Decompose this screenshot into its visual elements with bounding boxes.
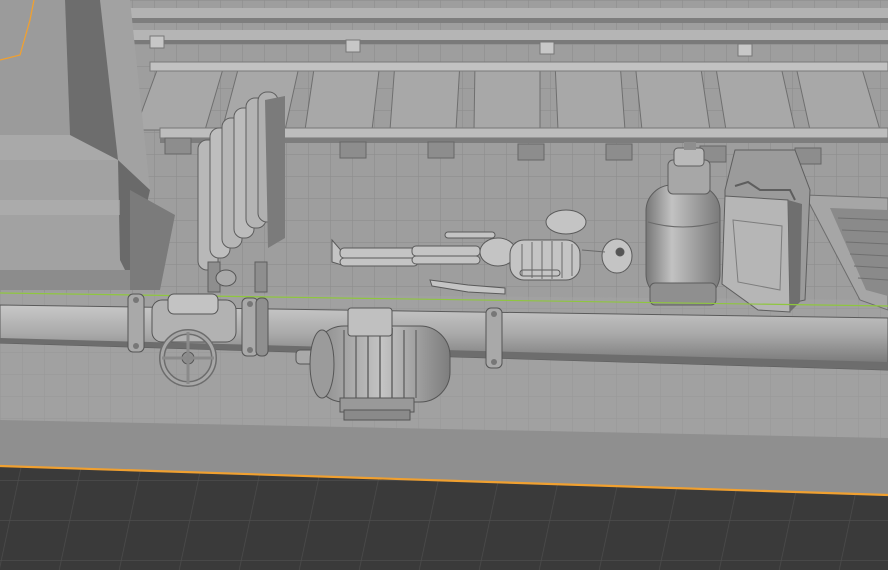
3d-viewport[interactable] bbox=[0, 0, 888, 570]
jerry-can[interactable] bbox=[721, 149, 811, 313]
